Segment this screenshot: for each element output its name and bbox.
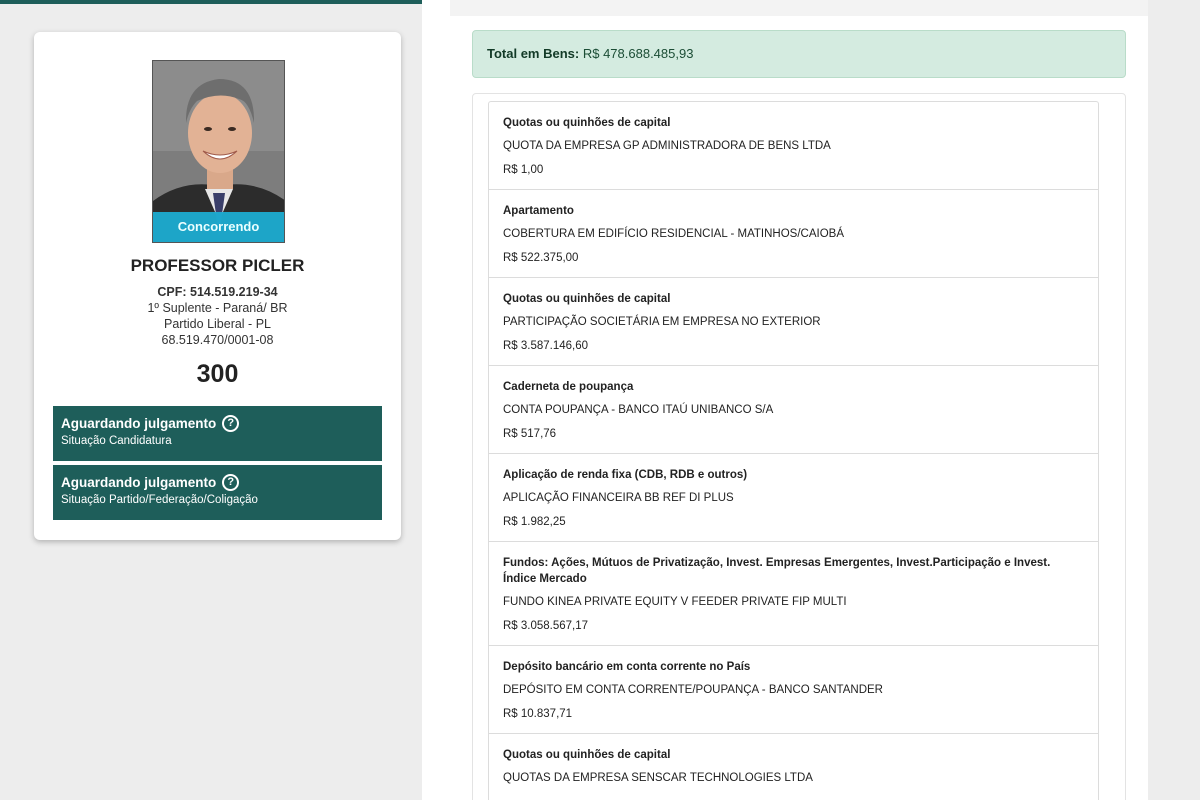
candidate-number: 300: [196, 360, 239, 388]
list-item: Quotas ou quinhões de capital QUOTA DA E…: [489, 102, 1098, 190]
asset-type: Depósito bancário em conta corrente no P…: [503, 661, 751, 673]
candidate-name: PROFESSOR PICLER: [130, 256, 305, 275]
asset-type: Quotas ou quinhões de capital: [503, 293, 671, 305]
asset-description: PARTICIPAÇÃO SOCIETÁRIA EM EMPRESA NO EX…: [503, 316, 821, 328]
asset-description: COBERTURA EM EDIFÍCIO RESIDENCIAL - MATI…: [503, 228, 845, 240]
asset-description: DEPÓSITO EM CONTA CORRENTE/POUPANÇA - BA…: [503, 684, 883, 696]
list-item: Aplicação de renda fixa (CDB, RDB e outr…: [489, 454, 1098, 542]
help-circle-icon[interactable]: ?: [222, 415, 240, 432]
asset-value: R$ 3.058.567,17: [503, 620, 589, 632]
total-assets-value: R$ 478.688.485,93: [582, 46, 694, 61]
total-assets-box: Total em Bens: R$ 478.688.485,93: [472, 30, 1126, 78]
asset-description: CONTA POUPANÇA - BANCO ITAÚ UNIBANCO S/A: [503, 404, 774, 416]
asset-type: Caderneta de poupança: [503, 381, 634, 393]
assets-list-wrapper: Quotas ou quinhões de capital QUOTA DA E…: [472, 93, 1126, 800]
status-candidacy-subtitle: Situação Candidatura: [61, 435, 172, 447]
asset-type: Aplicação de renda fixa (CDB, RDB e outr…: [503, 469, 748, 481]
status-party-title: Aguardando julgamento: [61, 475, 217, 490]
candidate-photo: Concorrendo: [152, 60, 285, 243]
asset-value: R$ 1,00: [503, 164, 544, 176]
candidate-cpf: CPF: 514.519.219-34: [157, 285, 278, 299]
status-party-subtitle: Situação Partido/Federação/Coligação: [61, 494, 258, 506]
status-candidacy: Aguardando julgamento ? Situação Candida…: [53, 406, 382, 461]
page-right-gutter: [1148, 0, 1200, 800]
asset-type: Quotas ou quinhões de capital: [503, 117, 671, 129]
asset-type: Fundos: Ações, Mútuos de Privatização, I…: [503, 557, 1051, 585]
asset-type: Apartamento: [503, 205, 574, 217]
asset-value: R$ 10.837,71: [503, 708, 573, 720]
assets-list: Quotas ou quinhões de capital QUOTA DA E…: [488, 101, 1099, 800]
candidate-info: CPF: 514.519.219-34 1º Suplente - Paraná…: [34, 284, 401, 348]
panel-top-strip: [450, 0, 1148, 16]
list-item: Depósito bancário em conta corrente no P…: [489, 646, 1098, 734]
asset-description: FUNDO KINEA PRIVATE EQUITY V FEEDER PRIV…: [503, 596, 847, 608]
asset-description: QUOTA DA EMPRESA GP ADMINISTRADORA DE BE…: [503, 140, 831, 152]
asset-value: R$ 3.587.146,60: [503, 340, 589, 352]
candidate-party: Partido Liberal - PL: [163, 317, 271, 331]
asset-description: QUOTAS DA EMPRESA SENSCAR TECHNOLOGIES L…: [503, 772, 813, 784]
asset-type: Quotas ou quinhões de capital: [503, 749, 671, 761]
list-item: Quotas ou quinhões de capital QUOTAS DA …: [489, 734, 1098, 800]
asset-value: R$ 517,76: [503, 428, 557, 440]
asset-value: R$ 1.982,25: [503, 516, 566, 528]
candidate-role: 1º Suplente - Paraná/ BR: [147, 301, 288, 315]
total-assets-label: Total em Bens:: [487, 46, 580, 61]
candidate-card: Concorrendo PROFESSOR PICLER CPF: 514.51…: [34, 32, 401, 540]
candidate-cnpj: 68.519.470/0001-08: [161, 333, 274, 347]
status-party: Aguardando julgamento ? Situação Partido…: [53, 465, 382, 520]
candidacy-status-badge: Concorrendo: [153, 212, 284, 242]
list-item: Caderneta de poupança CONTA POUPANÇA - B…: [489, 366, 1098, 454]
assets-panel: Total em Bens: R$ 478.688.485,93 Quotas …: [422, 0, 1148, 800]
asset-value: R$ 522.375,00: [503, 252, 579, 264]
list-item: Quotas ou quinhões de capital PARTICIPAÇ…: [489, 278, 1098, 366]
status-candidacy-title: Aguardando julgamento: [61, 416, 217, 431]
list-item: Fundos: Ações, Mútuos de Privatização, I…: [489, 542, 1098, 646]
asset-value: [503, 795, 1084, 800]
help-circle-icon[interactable]: ?: [222, 474, 240, 491]
list-item: Apartamento COBERTURA EM EDIFÍCIO RESIDE…: [489, 190, 1098, 278]
asset-description: APLICAÇÃO FINANCEIRA BB REF DI PLUS: [503, 492, 734, 504]
